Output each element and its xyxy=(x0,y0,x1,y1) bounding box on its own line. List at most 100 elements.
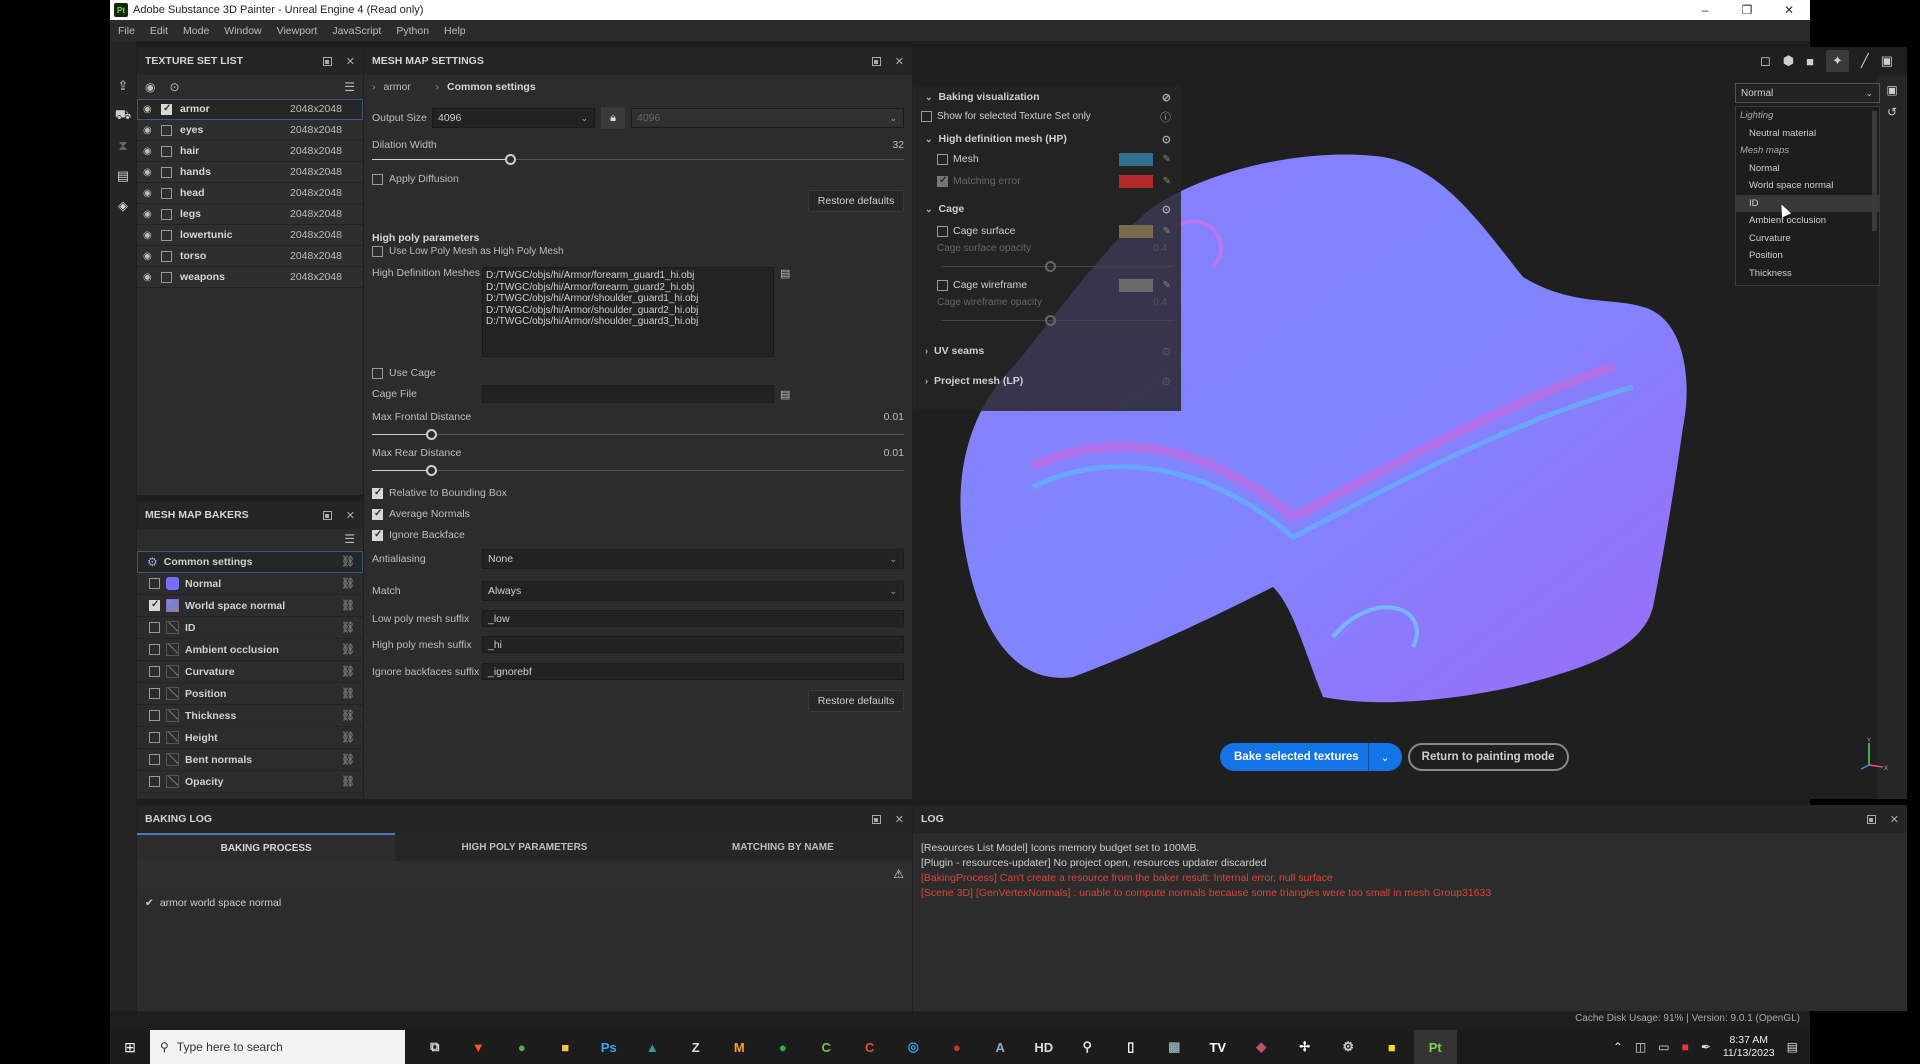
dropdown-option[interactable]: Ambient occlusion xyxy=(1736,212,1879,230)
slider-handle[interactable] xyxy=(425,429,437,440)
taskbar-app-camtasia-red-icon[interactable]: C xyxy=(848,1030,892,1064)
eye-icon[interactable]: ◉ xyxy=(143,230,157,241)
menu-window[interactable]: Window xyxy=(224,25,261,37)
baker-row[interactable]: Height ⛓ xyxy=(137,727,363,749)
eyedropper-icon[interactable]: ✎ xyxy=(1163,280,1171,291)
low-suffix-input[interactable]: _low xyxy=(482,610,904,627)
eye-icon[interactable]: ◉ xyxy=(143,104,157,115)
display-settings-panel-icon[interactable]: ▣ xyxy=(1877,83,1907,97)
meet-icon[interactable]: ◫ xyxy=(1635,1040,1646,1054)
pen-icon[interactable]: ✒ xyxy=(1701,1040,1711,1054)
texture-set-checkbox[interactable] xyxy=(161,250,172,262)
taskbar-search-box[interactable]: ⚲ Type here to search xyxy=(150,1030,405,1064)
menu-file[interactable]: File xyxy=(118,25,135,37)
baker-row[interactable]: ID ⛓ xyxy=(137,617,363,639)
baker-row[interactable]: Position ⛓ xyxy=(137,683,363,705)
baker-checkbox[interactable] xyxy=(149,578,160,589)
taskbar-app-app-green-icon[interactable]: ▲ xyxy=(631,1030,675,1064)
chevron-down-icon[interactable]: ⌄ xyxy=(925,204,933,215)
eyedropper-icon[interactable]: ✎ xyxy=(1163,176,1171,187)
hd-mesh-path[interactable]: D:/TWGC/objs/hi/Armor/forearm_guard1_hi.… xyxy=(486,270,770,282)
taskbar-app-fan-app-icon[interactable]: ✢ xyxy=(1283,1030,1327,1064)
document-icon[interactable]: ▤ xyxy=(110,161,136,191)
cage-wireframe-checkbox[interactable] xyxy=(937,279,948,291)
visibility-toggle-icon[interactable]: ◉ xyxy=(145,80,155,94)
average-normals-checkbox[interactable] xyxy=(372,508,383,520)
3d-viewport[interactable]: ◻ ⬢ ■ ✦ ╱ ▣ ▣ ↺ ⌄ Baking visualization ⊘… xyxy=(913,47,1907,799)
texture-set-checkbox[interactable] xyxy=(161,187,172,199)
texture-set-row[interactable]: ◉ hair 2048x2048 xyxy=(137,141,363,162)
bake-options-dropdown[interactable]: ⌄ xyxy=(1367,743,1402,771)
tab-matching-by-name[interactable]: MATCHING BY NAME xyxy=(653,833,912,861)
restore-button[interactable]: ❐ xyxy=(1726,0,1768,20)
windows-start-icon[interactable]: ⊞ xyxy=(110,1039,150,1056)
close-button[interactable]: ✕ xyxy=(1768,0,1810,20)
baker-row[interactable]: Bent normals ⛓ xyxy=(137,749,363,771)
history-icon[interactable]: ↺ xyxy=(1877,105,1907,119)
link-icon[interactable]: ⛓ xyxy=(341,599,355,612)
matching-error-color-swatch[interactable] xyxy=(1119,174,1153,188)
selection-mode-icon[interactable]: ◻ xyxy=(1760,53,1771,69)
float-panel-icon[interactable] xyxy=(1866,814,1876,824)
hd-mesh-path[interactable]: D:/TWGC/objs/hi/Armor/shoulder_guard2_hi… xyxy=(486,305,770,317)
baker-row[interactable]: Thickness ⛓ xyxy=(137,705,363,727)
baker-common-settings[interactable]: ⚙ Common settings ⛓ xyxy=(137,551,363,573)
notifications-icon[interactable]: ▤ xyxy=(1787,1040,1798,1054)
eyedropper-icon[interactable]: ✎ xyxy=(1163,154,1171,165)
close-panel-icon[interactable]: ✕ xyxy=(346,509,355,522)
slider-handle[interactable] xyxy=(505,154,517,165)
chevron-right-icon[interactable]: › xyxy=(925,376,928,386)
tab-high-poly-parameters[interactable]: HIGH POLY PARAMETERS xyxy=(395,833,654,861)
close-panel-icon[interactable]: ✕ xyxy=(895,55,904,68)
baker-checkbox[interactable] xyxy=(149,666,160,677)
texture-set-checkbox[interactable] xyxy=(161,166,172,178)
eye-icon[interactable]: ◉ xyxy=(143,272,157,283)
close-panel-icon[interactable]: ✕ xyxy=(346,55,355,68)
tab-baking-process[interactable]: BAKING PROCESS xyxy=(137,833,396,861)
taskbar-app-obs-icon[interactable]: ● xyxy=(935,1030,979,1064)
use-cage-checkbox[interactable] xyxy=(372,367,383,379)
network-icon[interactable]: ▭ xyxy=(1658,1040,1669,1054)
reset-icon[interactable]: ⊙ xyxy=(1162,375,1171,388)
minimize-button[interactable]: – xyxy=(1684,0,1726,20)
texture-set-row[interactable]: ◉ weapons 2048x2048 xyxy=(137,267,363,288)
cage-wireframe-color-swatch[interactable] xyxy=(1119,278,1153,292)
app-tray-red-icon[interactable]: ■ xyxy=(1682,1040,1689,1054)
restore-defaults-button[interactable]: Restore defaults xyxy=(808,690,904,712)
output-size-select[interactable]: 4096 ⌄ xyxy=(432,108,595,128)
reset-icon[interactable]: ⊙ xyxy=(1162,133,1171,146)
menu-javascript[interactable]: JavaScript xyxy=(332,25,381,37)
texture-set-checkbox[interactable] xyxy=(161,145,172,157)
taskbar-app-chrome-icon[interactable]: ● xyxy=(500,1030,544,1064)
chevron-up-icon[interactable]: ⌃ xyxy=(1613,1040,1623,1054)
file-browse-icon[interactable]: ▤ xyxy=(780,388,790,401)
relative-bbox-checkbox[interactable] xyxy=(372,487,383,499)
taskbar-app-file-explorer-icon[interactable]: ■ xyxy=(544,1030,588,1064)
link-icon[interactable]: ⛓ xyxy=(341,709,355,722)
link-icon[interactable]: ⛓ xyxy=(341,731,355,744)
texture-set-checkbox[interactable] xyxy=(161,103,172,115)
reset-icon[interactable]: ⊙ xyxy=(1162,345,1171,358)
taskbar-app-substance-painter-icon[interactable]: Pt xyxy=(1413,1030,1457,1064)
menu-mode[interactable]: Mode xyxy=(183,25,209,37)
float-panel-icon[interactable] xyxy=(322,510,332,520)
baker-checkbox[interactable] xyxy=(149,644,160,655)
solo-icon[interactable]: ⊙ xyxy=(169,80,179,94)
eye-icon[interactable]: ◉ xyxy=(143,146,157,157)
taskbar-app-spotify-icon[interactable]: ● xyxy=(761,1030,805,1064)
bake-selected-textures-button[interactable]: Bake selected textures xyxy=(1220,743,1373,771)
baker-checkbox[interactable] xyxy=(149,599,160,611)
texture-set-row[interactable]: ◉ eyes 2048x2048 xyxy=(137,120,363,141)
matching-error-checkbox[interactable] xyxy=(937,175,948,187)
texture-set-checkbox[interactable] xyxy=(161,271,172,283)
clock[interactable]: 8:37 AM 11/13/2023 xyxy=(1723,1034,1775,1060)
link-icon[interactable]: ⛓ xyxy=(341,775,355,788)
baker-checkbox[interactable] xyxy=(149,710,160,721)
max-rear-slider[interactable] xyxy=(372,465,904,476)
slider-handle[interactable] xyxy=(425,465,437,476)
display-mode-select[interactable]: Normal ⌄ xyxy=(1735,83,1880,103)
dropdown-option[interactable]: ID xyxy=(1736,194,1879,212)
ignore-bf-suffix-input[interactable]: _ignorebf xyxy=(482,663,904,680)
baker-row[interactable]: Curvature ⛓ xyxy=(137,661,363,683)
mesh-color-swatch[interactable] xyxy=(1119,152,1153,166)
